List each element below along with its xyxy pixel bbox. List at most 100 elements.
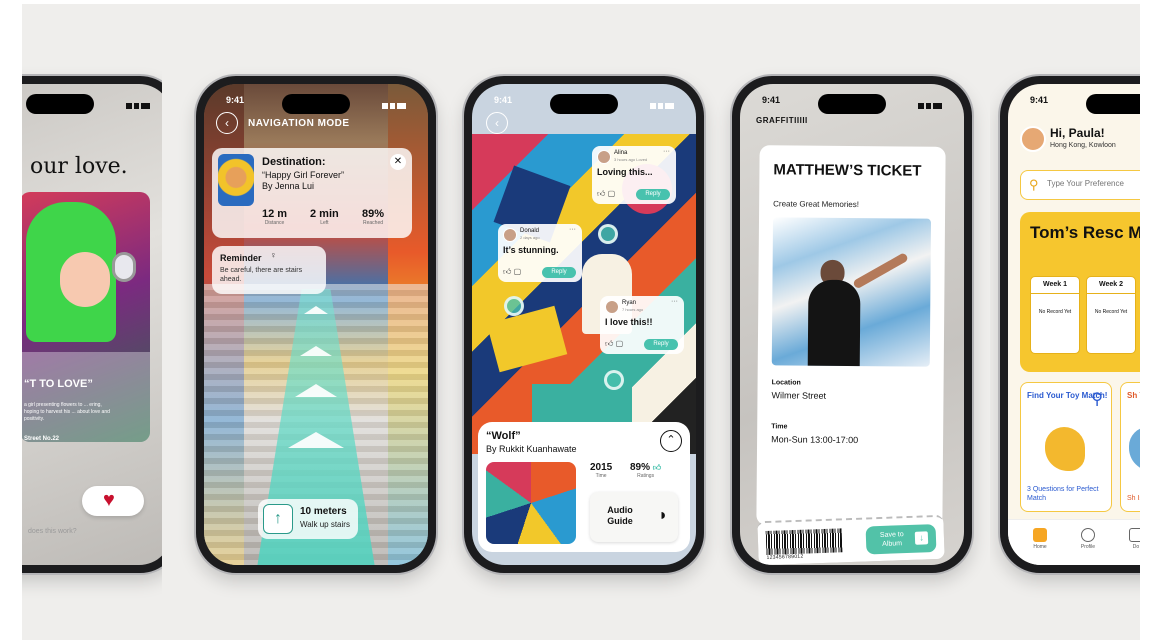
comment-text: I love this!! [605, 317, 653, 327]
comment-text: Loving this... [597, 167, 653, 177]
status-time: 9:41 [1030, 95, 1049, 105]
path-arrow [295, 384, 337, 397]
phone-2-screen: 9:41 ‹ NAVIGATION MODE Destination: “Hap… [204, 84, 428, 565]
brand-logo: GRAFFITIIIII [756, 116, 808, 125]
audio-guide-button[interactable]: Audio Guide ◗ [590, 492, 678, 542]
artwork-face [60, 252, 110, 307]
help-text[interactable]: does this work? [28, 528, 77, 535]
reaction-icons[interactable]: 👍︎ ▢ [503, 267, 521, 277]
stat-time-left: 2 min Left [310, 208, 339, 226]
avatar [605, 300, 619, 314]
reaction-icons[interactable]: 👍︎ ▢ [605, 339, 623, 349]
phone-4-screen: 9:41 GRAFFITIIIII MATTHEW’S TICKET Creat… [740, 84, 964, 565]
ticket-photo [771, 217, 932, 367]
headphones-icon [112, 252, 136, 282]
status-icons [380, 96, 408, 109]
artwork-quote: “T TO LOVE” [24, 378, 93, 390]
collapse-button[interactable]: ⌃ [660, 430, 682, 452]
comment-author: Alina [614, 150, 628, 156]
week-card[interactable]: Week 1 No Record Yet [1030, 276, 1080, 354]
save-to-album-button[interactable]: Save to Album ↓ [865, 524, 937, 555]
mascot-illustration [1045, 427, 1085, 471]
location-pin[interactable] [598, 224, 618, 244]
more-icon[interactable]: ··· [671, 298, 678, 305]
save-label: Save to Album [879, 531, 904, 548]
artwork-description: a girl presenting flowers to ... ering, … [24, 402, 110, 422]
back-button[interactable]: ‹ [216, 112, 238, 134]
comment-time: 7 hours ago [622, 307, 644, 312]
like-button[interactable]: ♥ [82, 486, 144, 516]
dynamic-island [818, 94, 886, 114]
second-tile[interactable]: Sh To Sh Is C [1120, 382, 1140, 512]
destination-label: Destination: [262, 156, 326, 168]
nav-profile[interactable]: Profile [1068, 528, 1108, 550]
search-icon: ⚲ [1029, 177, 1039, 192]
avatar [503, 228, 517, 242]
avatar [597, 150, 611, 164]
bulb-icon: ♀ [270, 250, 277, 260]
reply-button[interactable]: Reply [644, 339, 678, 350]
status-icons [124, 96, 152, 109]
milestone-card[interactable]: Tom’s Resc Milestone Week 1 No Record Ye… [1020, 212, 1140, 372]
location-value: Wilmer Street [771, 390, 827, 401]
week-card[interactable]: Week 2 No Record Yet [1086, 276, 1136, 354]
search-input[interactable] [1047, 179, 1140, 188]
artwork-street: Street No.22 [24, 436, 60, 442]
stat-distance: 12 m Distance [262, 208, 288, 226]
phone-1-clip: our love. “T TO LOVE” a girl presenting … [22, 0, 162, 643]
comment-time: 2 days ago [520, 235, 540, 240]
milestone-title: Tom’s Resc Milestone [1030, 223, 1140, 242]
stat-reached: 89% Reached [362, 208, 385, 226]
nav-home[interactable]: Home [1020, 528, 1060, 550]
headline: our love. [30, 154, 128, 179]
artwork-overlay [22, 352, 150, 442]
nav-header: ‹ NAVIGATION MODE [216, 112, 350, 134]
search-icon: ⚲ [1091, 391, 1103, 408]
phone-5-screen: 9:41 Hi, Paula! Hong Kong, Kowloon ⚲ Tom… [1008, 84, 1140, 565]
stat-rating: 89% 👍︎ Ratings [630, 462, 662, 479]
user-location: Hong Kong, Kowloon [1050, 142, 1116, 149]
direction-card: ↑ 10 meters Walk up stairs [258, 499, 358, 539]
ticket-card: MATTHEW’S TICKET Create Great Memories! … [756, 145, 946, 527]
comment-bubble[interactable]: Alina 3 hours ago Loved ··· Loving this.… [592, 146, 676, 204]
location-label: Location [771, 379, 801, 387]
audio-guide-label: Audio Guide [607, 505, 633, 526]
time-label: Time [771, 423, 788, 431]
comment-bubble[interactable]: Ryan 7 hours ago ··· I love this!! 👍︎ ▢ … [600, 296, 684, 354]
nav-docs[interactable]: Do [1116, 528, 1140, 550]
mascot-illustration [1129, 427, 1140, 471]
destination-card[interactable]: Destination: “Happy Girl Forever” By Jen… [212, 148, 412, 238]
comment-author: Donald [520, 228, 540, 234]
toy-match-tile[interactable]: Find Your Toy Match! ⚲ 3 Questions for P… [1020, 382, 1112, 512]
back-button[interactable]: ‹ [486, 112, 508, 134]
more-icon[interactable]: ··· [663, 148, 670, 155]
tile-caption: Sh Is C [1127, 495, 1140, 502]
status-time: 9:41 [226, 95, 245, 105]
phone-3-screen: 9:41 ‹ Alina 3 hours ago Loved ··· Lovin… [472, 84, 696, 565]
showcase-stage: our love. “T TO LOVE” a girl presenting … [0, 0, 1154, 643]
stat-year: 2015 Time [590, 462, 613, 479]
direction-instruction: Walk up stairs [300, 520, 350, 529]
close-button[interactable]: ✕ [390, 154, 406, 170]
location-pin[interactable] [604, 370, 624, 390]
location-pin[interactable] [504, 296, 524, 316]
artwork-image[interactable] [486, 462, 576, 544]
search-bar[interactable]: ⚲ [1020, 170, 1140, 200]
comment-author: Ryan [622, 300, 637, 306]
comment-bubble[interactable]: Donald 2 days ago ··· It’s stunning. 👍︎ … [498, 224, 582, 282]
avatar[interactable] [1020, 126, 1046, 152]
home-icon [1033, 528, 1047, 542]
dynamic-island [1086, 94, 1140, 114]
destination-name: “Happy Girl Forever” By Jenna Lui [262, 170, 345, 191]
phone-3: 9:41 ‹ Alina 3 hours ago Loved ··· Lovin… [464, 76, 704, 573]
reaction-icons[interactable]: 👍︎ ▢ [597, 189, 615, 199]
more-icon[interactable]: ··· [569, 226, 576, 233]
reply-button[interactable]: Reply [542, 267, 576, 278]
status-icons [648, 96, 676, 109]
reply-button[interactable]: Reply [636, 189, 670, 200]
download-icon: ↓ [914, 531, 929, 545]
path-arrow [288, 432, 344, 448]
destination-thumbnail [218, 154, 254, 206]
ticket-subtitle: Create Great Memories! [773, 199, 859, 210]
barcode-number: 123456789012 [766, 553, 804, 561]
